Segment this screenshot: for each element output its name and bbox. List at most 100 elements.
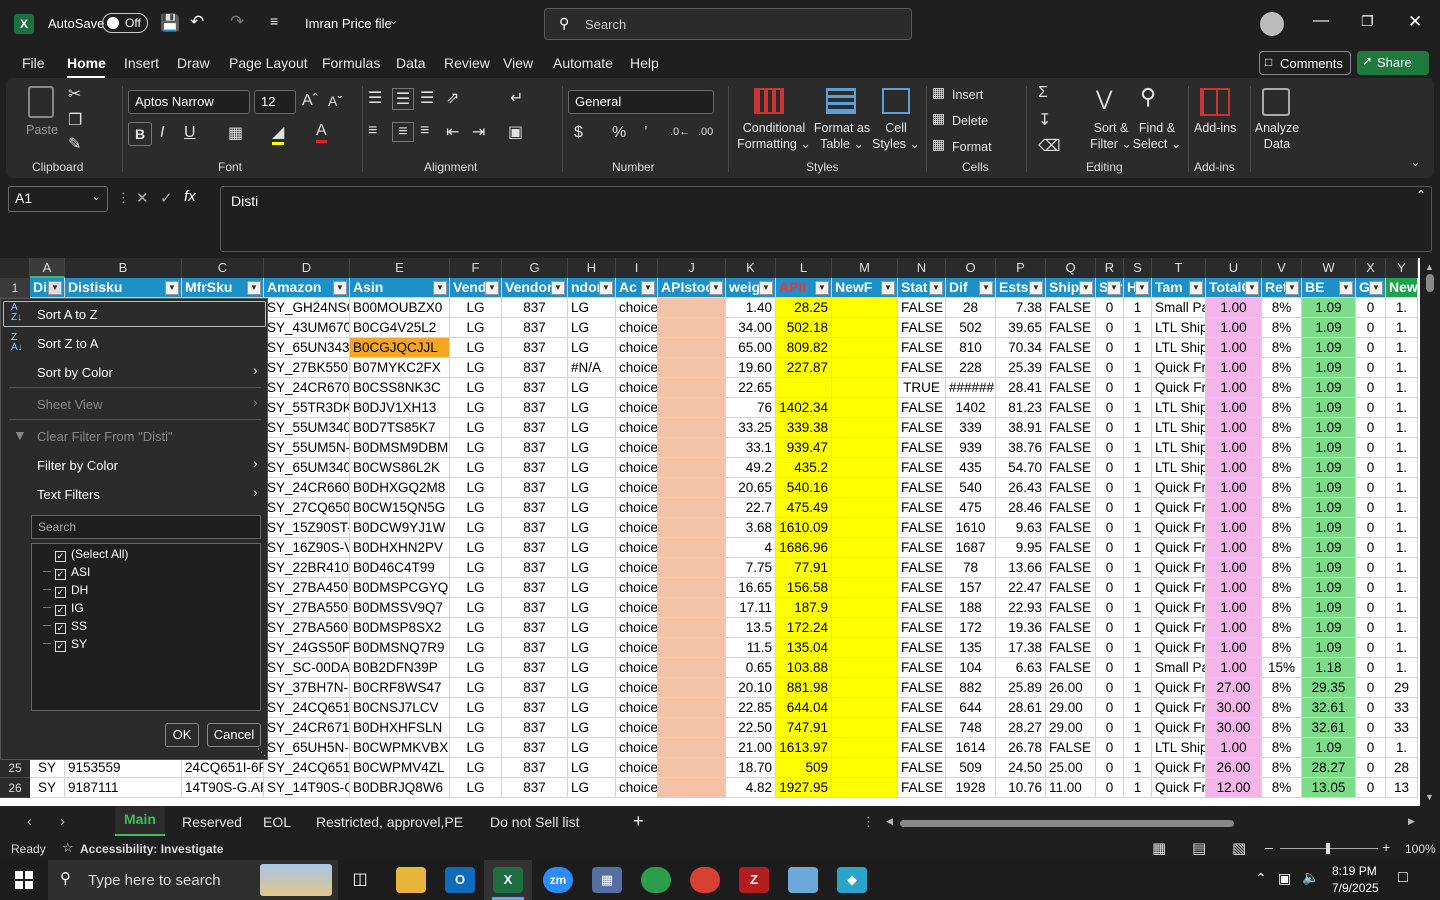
table-cell[interactable]: LG (568, 418, 616, 438)
table-cell[interactable]: 1 (1124, 438, 1152, 458)
table-cell[interactable]: 0 (1096, 358, 1124, 378)
table-cell[interactable]: 1.00 (1206, 578, 1262, 598)
bold-button[interactable]: B (128, 122, 152, 146)
table-cell[interactable]: FALSE (1046, 338, 1096, 358)
decrease-decimal-icon[interactable]: .00 (698, 126, 713, 138)
table-cell[interactable]: FALSE (898, 658, 946, 678)
filter-dropdown-icon[interactable]: ▼ (881, 281, 895, 295)
table-cell[interactable]: FALSE (898, 318, 946, 338)
ok-button[interactable]: OK (165, 723, 199, 747)
table-cell[interactable]: 34.00 (726, 318, 776, 338)
customize-icon[interactable]: ≡ (270, 13, 278, 29)
table-cell[interactable]: 0 (1356, 778, 1386, 798)
table-cell[interactable]: FALSE (898, 458, 946, 478)
volume-icon[interactable]: 🔈 (1302, 869, 1319, 886)
table-cell[interactable]: 19.60 (726, 358, 776, 378)
table-cell[interactable]: 1.00 (1206, 358, 1262, 378)
table-cell[interactable]: LG (450, 678, 502, 698)
table-cell[interactable]: 1.18 (1302, 658, 1356, 678)
table-cell[interactable] (832, 678, 898, 698)
table-cell[interactable]: LG (450, 538, 502, 558)
font-color-icon[interactable]: A (316, 122, 327, 143)
table-cell[interactable]: 1. (1386, 498, 1418, 518)
table-cell[interactable]: FALSE (1046, 598, 1096, 618)
table-cell[interactable]: LG (450, 778, 502, 798)
table-cell[interactable]: 28 (946, 298, 996, 318)
column-header-x[interactable]: X (1356, 258, 1386, 278)
table-cell[interactable]: 7.75 (726, 558, 776, 578)
table-cell[interactable] (832, 578, 898, 598)
text-filters-item[interactable]: Text Filters (37, 487, 100, 502)
table-cell[interactable]: SY_24CR660N (264, 478, 350, 498)
table-cell[interactable]: LG (450, 718, 502, 738)
zoom-app-icon[interactable]: zm (543, 867, 573, 893)
chevron-up-icon[interactable]: ⌃ (1255, 870, 1267, 887)
table-cell[interactable] (832, 458, 898, 478)
table-cell[interactable]: SY_27BA560-E (264, 618, 350, 638)
comments-button[interactable]: □ Comments (1259, 51, 1351, 75)
italic-button[interactable]: I (160, 124, 164, 142)
table-cell[interactable]: 1.09 (1302, 358, 1356, 378)
table-cell[interactable]: 837 (502, 438, 568, 458)
table-cell[interactable]: 17.38 (996, 638, 1046, 658)
table-cell[interactable]: FALSE (1046, 358, 1096, 378)
share-button[interactable]: ↗ Share (1357, 51, 1429, 75)
table-cell[interactable]: 0 (1356, 678, 1386, 698)
table-cell[interactable]: 837 (502, 478, 568, 498)
table-cell[interactable]: 22.47 (996, 578, 1046, 598)
table-cell[interactable]: 435.2 (776, 458, 832, 478)
table-cell[interactable]: LG (568, 378, 616, 398)
formula-input[interactable]: Disti (220, 186, 1432, 252)
table-cell[interactable]: 0 (1096, 658, 1124, 678)
table-cell[interactable]: 1. (1386, 638, 1418, 658)
table-cell[interactable]: 837 (502, 418, 568, 438)
table-cell[interactable]: LG (450, 638, 502, 658)
table-cell[interactable]: Quick Fr (1152, 638, 1206, 658)
undo-icon[interactable]: ↶ (190, 12, 204, 32)
table-cell[interactable]: LG (450, 578, 502, 598)
table-cell[interactable]: 0 (1356, 758, 1386, 778)
table-cell[interactable]: 8% (1262, 578, 1302, 598)
table-cell[interactable]: 1.09 (1302, 538, 1356, 558)
table-cell[interactable]: 1.09 (1302, 438, 1356, 458)
table-cell[interactable]: LTL Ship (1152, 458, 1206, 478)
table-cell[interactable]: 0 (1096, 438, 1124, 458)
table-cell[interactable]: 1.00 (1206, 418, 1262, 438)
paste-button[interactable]: Paste (26, 122, 58, 138)
number-format-select[interactable]: General (568, 90, 714, 114)
table-cell[interactable]: 1613.97 (776, 738, 832, 758)
format-cells-button[interactable]: Format (952, 139, 992, 155)
table-cell[interactable]: 33.25 (726, 418, 776, 438)
table-cell[interactable]: LG (450, 458, 502, 478)
table-cell[interactable]: 435 (946, 458, 996, 478)
menu-data[interactable]: Data (396, 55, 426, 71)
table-cell[interactable]: 54.70 (996, 458, 1046, 478)
menu-file[interactable]: File (22, 55, 45, 71)
table-cell[interactable]: 1.09 (1302, 458, 1356, 478)
table-cell[interactable]: 837 (502, 578, 568, 598)
table-cell[interactable]: 0 (1356, 378, 1386, 398)
table-cell[interactable]: SY_27BA450-E (264, 578, 350, 598)
table-cell[interactable]: B0DJV1XH13 (350, 398, 450, 418)
table-cell[interactable] (832, 698, 898, 718)
minimize-icon[interactable]: — (1313, 12, 1329, 30)
table-cell[interactable]: 1. (1386, 618, 1418, 638)
filter-dropdown-icon[interactable]: ▼ (1029, 281, 1043, 295)
table-cell[interactable]: 502.18 (776, 318, 832, 338)
table-cell[interactable]: B0DMSPCGYQ (350, 578, 450, 598)
column-header-c[interactable]: C (182, 258, 264, 278)
filter-dropdown-icon[interactable]: ▼ (1339, 281, 1353, 295)
table-cell[interactable]: FALSE (898, 518, 946, 538)
table-cell[interactable]: 172.24 (776, 618, 832, 638)
table-cell[interactable]: 8% (1262, 758, 1302, 778)
notifications-icon[interactable]: □ (1398, 869, 1408, 887)
table-cell[interactable]: LG (450, 418, 502, 438)
table-cell[interactable]: 156.58 (776, 578, 832, 598)
format-painter-icon[interactable]: ✎ (68, 134, 81, 154)
currency-icon[interactable]: $ (574, 124, 583, 142)
prev-sheet-icon[interactable]: ‹ (27, 813, 32, 830)
table-cell[interactable]: 0 (1096, 758, 1124, 778)
table-cell[interactable]: 1 (1124, 738, 1152, 758)
table-cell[interactable]: 21.00 (726, 738, 776, 758)
table-cell[interactable]: Quick Fr (1152, 598, 1206, 618)
